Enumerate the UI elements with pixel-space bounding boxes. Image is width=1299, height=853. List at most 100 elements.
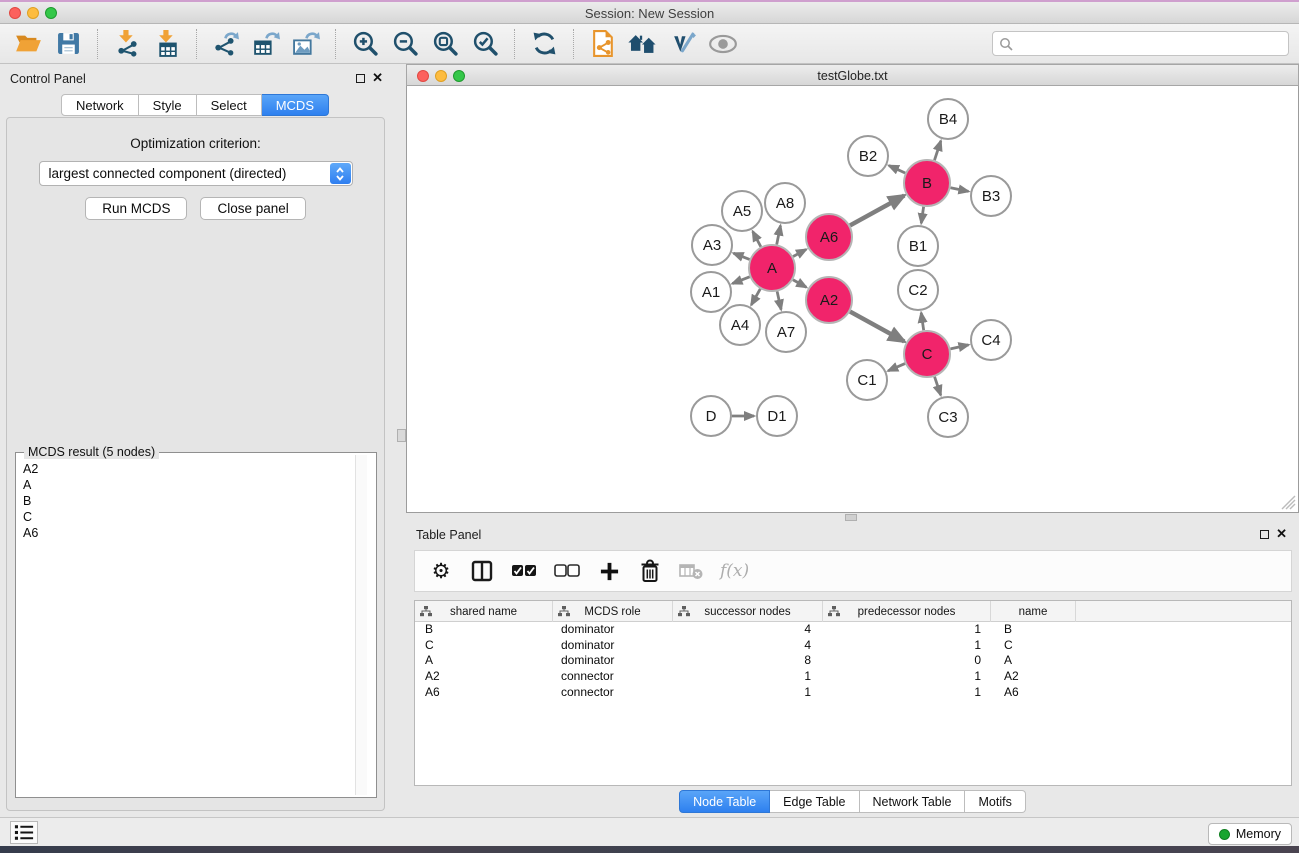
result-scrollbar[interactable] [355, 455, 367, 795]
import-table-button[interactable] [147, 27, 187, 61]
graph-edge-B-B1[interactable] [921, 207, 923, 223]
zoom-fit-button[interactable] [425, 27, 465, 61]
graph-edge-A-A1[interactable] [732, 277, 749, 284]
close-panel-button[interactable]: Close panel [200, 197, 305, 220]
zoom-out-button[interactable] [385, 27, 425, 61]
export-image-icon [292, 30, 320, 57]
column-header-predecessor-nodes[interactable]: predecessor nodes [823, 601, 991, 622]
tab-select[interactable]: Select [197, 94, 262, 116]
select-stepper-icon [330, 163, 351, 184]
run-mcds-button[interactable]: Run MCDS [85, 197, 187, 220]
memory-label: Memory [1236, 827, 1281, 841]
float-panel-icon[interactable] [356, 74, 365, 83]
mcds-result-item[interactable]: B [23, 493, 352, 509]
table-row[interactable]: A2connector11A2 [415, 669, 1291, 685]
column-header-label: name [1019, 606, 1048, 618]
column-header-MCDS-role[interactable]: MCDS role [553, 601, 673, 622]
splitter-handle-left[interactable] [397, 429, 406, 442]
tab-motifs[interactable]: Motifs [965, 790, 1025, 813]
toolbar-separator [335, 29, 336, 59]
close-panel-icon[interactable]: ✕ [372, 71, 383, 84]
graph-edge-A-A7[interactable] [777, 291, 781, 309]
delete-column-button[interactable] [638, 556, 662, 586]
export-network-icon [212, 30, 240, 57]
graph-node-label: A3 [703, 237, 721, 254]
tab-style[interactable]: Style [139, 94, 197, 116]
task-history-button[interactable] [10, 821, 38, 844]
table-row[interactable]: Cdominator41C [415, 638, 1291, 654]
column-header-label: MCDS role [584, 606, 640, 618]
export-network-button[interactable] [206, 27, 246, 61]
network-canvas[interactable]: AA1A3A5A8A4A7A6A2BB2B4B3B1CC2C4C1C3DD1 [406, 86, 1299, 513]
resize-corner-icon[interactable] [1281, 495, 1296, 510]
float-table-panel-icon[interactable] [1260, 530, 1269, 539]
graph-node-label: A [767, 260, 777, 277]
zoom-out-icon [392, 30, 419, 57]
export-table-button[interactable] [246, 27, 286, 61]
graph-edge-A-A5[interactable] [753, 231, 761, 246]
table-row[interactable]: A6connector11A6 [415, 685, 1291, 701]
column-header-shared-name[interactable]: shared name [415, 601, 553, 622]
mcds-result-item[interactable]: A [23, 477, 352, 493]
network-graph[interactable]: AA1A3A5A8A4A7A6A2BB2B4B3B1CC2C4C1C3DD1 [407, 86, 1298, 511]
zoom-in-icon [352, 30, 379, 57]
import-network-button[interactable] [107, 27, 147, 61]
graph-edge-A-A8[interactable] [777, 226, 781, 245]
graph-edge-C-C1[interactable] [888, 364, 905, 371]
memory-button[interactable]: Memory [1208, 823, 1292, 845]
open-session-button[interactable] [8, 27, 48, 61]
tab-network-table[interactable]: Network Table [860, 790, 966, 813]
control-panel-title: Control Panel [10, 72, 86, 86]
search-input[interactable] [1017, 34, 1282, 53]
mcds-result-item[interactable]: A2 [23, 461, 352, 477]
gear-icon: ⚙ [432, 561, 451, 582]
list-icon [14, 824, 34, 841]
table-settings-button[interactable]: ⚙ [429, 556, 453, 586]
graph-edge-A-A6[interactable] [793, 249, 806, 256]
table-row[interactable]: Bdominator41B [415, 622, 1291, 638]
close-table-panel-icon[interactable]: ✕ [1276, 527, 1287, 540]
fx-icon: f(x) [720, 561, 749, 581]
graph-edge-C-C4[interactable] [950, 345, 968, 349]
show-columns-button[interactable] [470, 556, 494, 586]
graph-edge-B-B4[interactable] [934, 141, 940, 160]
column-header-name[interactable]: name [991, 601, 1076, 622]
mcds-result-item[interactable]: C [23, 509, 352, 525]
mcds-result-item[interactable]: A6 [23, 525, 352, 541]
tab-network[interactable]: Network [61, 94, 139, 116]
toggle-style-button[interactable] [663, 27, 703, 61]
graph-edge-A-A4[interactable] [751, 289, 760, 305]
tab-edge-table[interactable]: Edge Table [770, 790, 859, 813]
graph-edge-A-A2[interactable] [793, 280, 806, 288]
tab-node-table[interactable]: Node Table [679, 790, 770, 813]
graph-edge-C-C2[interactable] [921, 313, 923, 330]
network-window-titlebar[interactable]: testGlobe.txt [406, 64, 1299, 86]
column-header-successor-nodes[interactable]: successor nodes [673, 601, 823, 622]
apply-layout-button[interactable] [583, 27, 623, 61]
table-cell: 1 [673, 685, 823, 701]
tab-mcds[interactable]: MCDS [262, 94, 329, 116]
save-session-button[interactable] [48, 27, 88, 61]
graph-edge-B-B2[interactable] [889, 166, 905, 173]
table-row[interactable]: Adominator80A [415, 653, 1291, 669]
graph-node-label: A4 [731, 317, 749, 334]
create-column-button[interactable] [597, 556, 621, 586]
graph-edge-A2-C[interactable] [850, 312, 904, 342]
graph-edge-A6-B[interactable] [850, 196, 904, 226]
select-all-columns-button[interactable] [511, 556, 537, 586]
zoom-in-button[interactable] [345, 27, 385, 61]
column-header-label: successor nodes [704, 606, 790, 618]
refresh-button[interactable] [524, 27, 564, 61]
toggle-details-button[interactable] [703, 27, 743, 61]
export-image-button[interactable] [286, 27, 326, 61]
criterion-select[interactable]: largest connected component (directed) [39, 161, 353, 186]
node-table[interactable]: shared name MCDS role successor nodes prede… [414, 600, 1292, 786]
deselect-all-columns-button[interactable] [554, 556, 580, 586]
graph-edge-C-C3[interactable] [935, 377, 941, 395]
clear-table-button [679, 556, 703, 586]
graph-edge-A-A3[interactable] [733, 253, 749, 259]
zoom-selected-button[interactable] [465, 27, 505, 61]
graph-node-label: C3 [938, 409, 957, 426]
graph-edge-B-B3[interactable] [951, 188, 969, 192]
home-view-button[interactable] [623, 27, 663, 61]
